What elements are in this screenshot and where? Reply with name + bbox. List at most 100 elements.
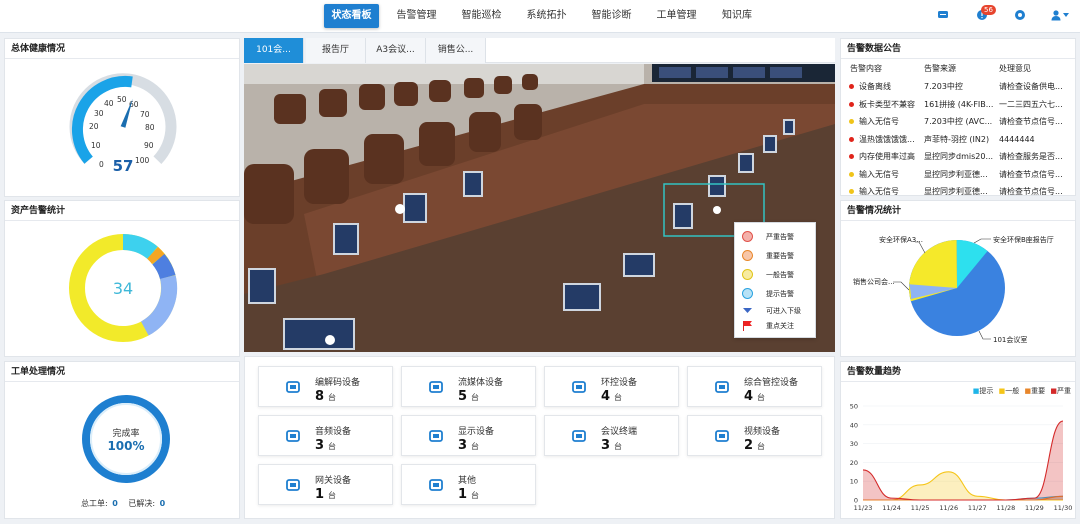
device-name: 会议终端 <box>601 427 638 437</box>
stream-icon <box>429 381 443 393</box>
alarm-count-badge: 56 <box>981 5 996 15</box>
row-source: 7.203中控 <box>924 82 963 91</box>
row-source: 7.203中控 (AVC... <box>924 117 993 126</box>
critical-alarm-icon <box>742 231 753 242</box>
nav-item-diagnosis[interactable]: 智能诊断 <box>584 4 639 28</box>
row-advice: 4444444 <box>999 134 1035 144</box>
device-card-1[interactable]: 编解码设备 8 台 <box>258 366 393 407</box>
header-content: 告警内容 <box>850 64 882 73</box>
y-tick-label: 40 <box>850 421 858 429</box>
announce-row[interactable]: 输入无信号 显控同步利亚德... 请检查节点信号... <box>841 166 1080 183</box>
device-count: 1台 <box>458 487 480 502</box>
tab-bar-fill <box>486 38 835 63</box>
row-content: 输入无信号 <box>859 187 899 196</box>
svg-text:70: 70 <box>140 110 150 119</box>
device-name: 视频设备 <box>744 427 781 437</box>
total-count: 0 <box>112 499 118 508</box>
pie-label-101: 101会议室 <box>993 335 1027 344</box>
nav-item-knowledge[interactable]: 知识库 <box>712 4 762 28</box>
trend-chart: 0102030405011/23 11/24 11/25 11/26 11/27 11/2… <box>850 403 1073 513</box>
top-nav: 状态看板 告警管理 智能巡检 系统拓扑 智能诊断 工单管理 知识库 56 <box>0 0 1080 33</box>
completion-label: 完成率 <box>112 427 139 439</box>
other-icon <box>429 479 443 491</box>
svg-text:40: 40 <box>104 99 114 108</box>
gear-icon[interactable] <box>1014 9 1026 21</box>
device-card-4[interactable]: 综合管控设备 4 台 <box>687 366 822 407</box>
svg-text:0: 0 <box>99 160 104 169</box>
svg-text:20: 20 <box>89 122 99 131</box>
device-count: 4台 <box>744 389 766 404</box>
x-tick-label: 11/30 <box>1054 504 1073 512</box>
announce-row[interactable]: 输入无信号 显控同步利亚德... 请检查节点信号... <box>841 183 1080 200</box>
tab-a3-meeting[interactable]: A3会议... <box>366 38 426 63</box>
legend-hint: 提示告警 <box>742 287 822 301</box>
nav-item-topology[interactable]: 系统拓扑 <box>519 4 574 28</box>
row-source: 161拼接 (4K-FIB... <box>924 99 994 109</box>
row-advice: 请检查服务是否... <box>999 152 1063 161</box>
y-tick-label: 30 <box>850 440 858 448</box>
pie-title: 告警情况统计 <box>841 201 1075 221</box>
device-card-3[interactable]: 环控设备 4 台 <box>544 366 679 407</box>
nav-item-alarm[interactable]: 告警管理 <box>389 4 444 28</box>
device-card-8[interactable]: 视频设备 2 台 <box>687 415 822 456</box>
device-name: 其他 <box>458 476 477 486</box>
row-advice: 请检查节点信号... <box>999 117 1063 126</box>
asset-alarm-title: 资产告警统计 <box>5 201 239 221</box>
x-tick-label: 11/25 <box>911 504 930 512</box>
alarm-announce-panel: 告警数据公告 告警内容 告警来源 处理意见 设备离线 7.203中控 请检查设备供电… <box>840 38 1076 196</box>
device-card-5[interactable]: 音频设备 3 台 <box>258 415 393 456</box>
nav-item-dashboard[interactable]: 状态看板 <box>324 4 379 28</box>
device-name: 编解码设备 <box>315 378 361 388</box>
chevron-down-icon[interactable] <box>1063 13 1069 18</box>
trend-title: 告警数量趋势 <box>841 362 1075 382</box>
phone-icon <box>572 430 586 442</box>
row-content: 设备离线 <box>859 82 891 91</box>
device-card-7[interactable]: 会议终端 3 台 <box>544 415 679 456</box>
device-name: 网关设备 <box>315 476 352 486</box>
tab-sales[interactable]: 销售公... <box>426 38 486 63</box>
device-card-10[interactable]: 其他 1 台 <box>401 464 536 505</box>
device-name: 音频设备 <box>315 427 352 437</box>
device-name: 环控设备 <box>601 378 638 388</box>
video-icon <box>715 430 729 442</box>
alarm-pie-panel: 告警情况统计 安全环保A3... 安全环保B座报告厅 销售公司会... 101会… <box>840 200 1076 357</box>
row-content: 板卡类型不兼容 <box>859 99 915 109</box>
tab-lecture-hall[interactable]: 报告厅 <box>306 38 366 63</box>
announce-row[interactable]: 内存使用率过高 显控同步dmis20... 请检查服务是否... <box>841 148 1080 165</box>
work-order-panel: 工单处理情况 完成率 100% 总工单: 0 已解决: 0 <box>4 361 240 519</box>
device-card-2[interactable]: 流媒体设备 5 台 <box>401 366 536 407</box>
announce-row[interactable]: 温热饿饿饿饿... 声菲特-羽控 (IN2) 4444444 <box>841 131 1080 148</box>
y-tick-label: 20 <box>850 459 858 467</box>
message-icon[interactable] <box>937 9 949 21</box>
gateway-icon <box>286 479 300 491</box>
device-count: 3台 <box>601 438 623 453</box>
announce-row[interactable]: 输入无信号 7.203中控 (AVC... 请检查节点信号... <box>841 113 1080 130</box>
row-content: 温热饿饿饿饿... <box>859 134 915 144</box>
legend-important-label: 重要 <box>1031 387 1046 395</box>
device-count: 3台 <box>315 438 337 453</box>
device-count: 1台 <box>315 487 337 502</box>
device-card-6[interactable]: 显示设备 3 台 <box>401 415 536 456</box>
major-alarm-icon <box>742 250 753 261</box>
user-icon[interactable] <box>1050 9 1062 21</box>
tab-room-101[interactable]: 101会... <box>244 38 304 63</box>
drilldown-arrow-icon <box>743 308 752 313</box>
pie-label-b-hall: 安全环保B座报告厅 <box>993 235 1054 244</box>
severity-dot <box>849 119 854 124</box>
row-content: 内存使用率过高 <box>859 152 915 161</box>
svg-text:90: 90 <box>144 141 154 150</box>
svg-text:10: 10 <box>91 141 101 150</box>
legend-critical: 严重告警 <box>742 230 822 244</box>
nav-item-inspection[interactable]: 智能巡检 <box>454 4 509 28</box>
row-source: 声菲特-羽控 (IN2) <box>924 134 990 144</box>
device-card-9[interactable]: 网关设备 1 台 <box>258 464 393 505</box>
announce-row[interactable]: 板卡类型不兼容 161拼接 (4K-FIB... 一二三四五六七... <box>841 96 1080 113</box>
announce-row[interactable]: 设备离线 7.203中控 请检查设备供电... <box>841 78 1080 95</box>
health-score: 57 <box>113 157 134 175</box>
row-advice: 一二三四五六七... <box>999 99 1063 109</box>
total-label: 总工单: <box>81 499 108 508</box>
legend-drilldown: 可进入下级 <box>742 304 822 318</box>
device-count: 3台 <box>458 438 480 453</box>
nav-item-workorder[interactable]: 工单管理 <box>649 4 704 28</box>
y-tick-label: 50 <box>850 403 858 411</box>
